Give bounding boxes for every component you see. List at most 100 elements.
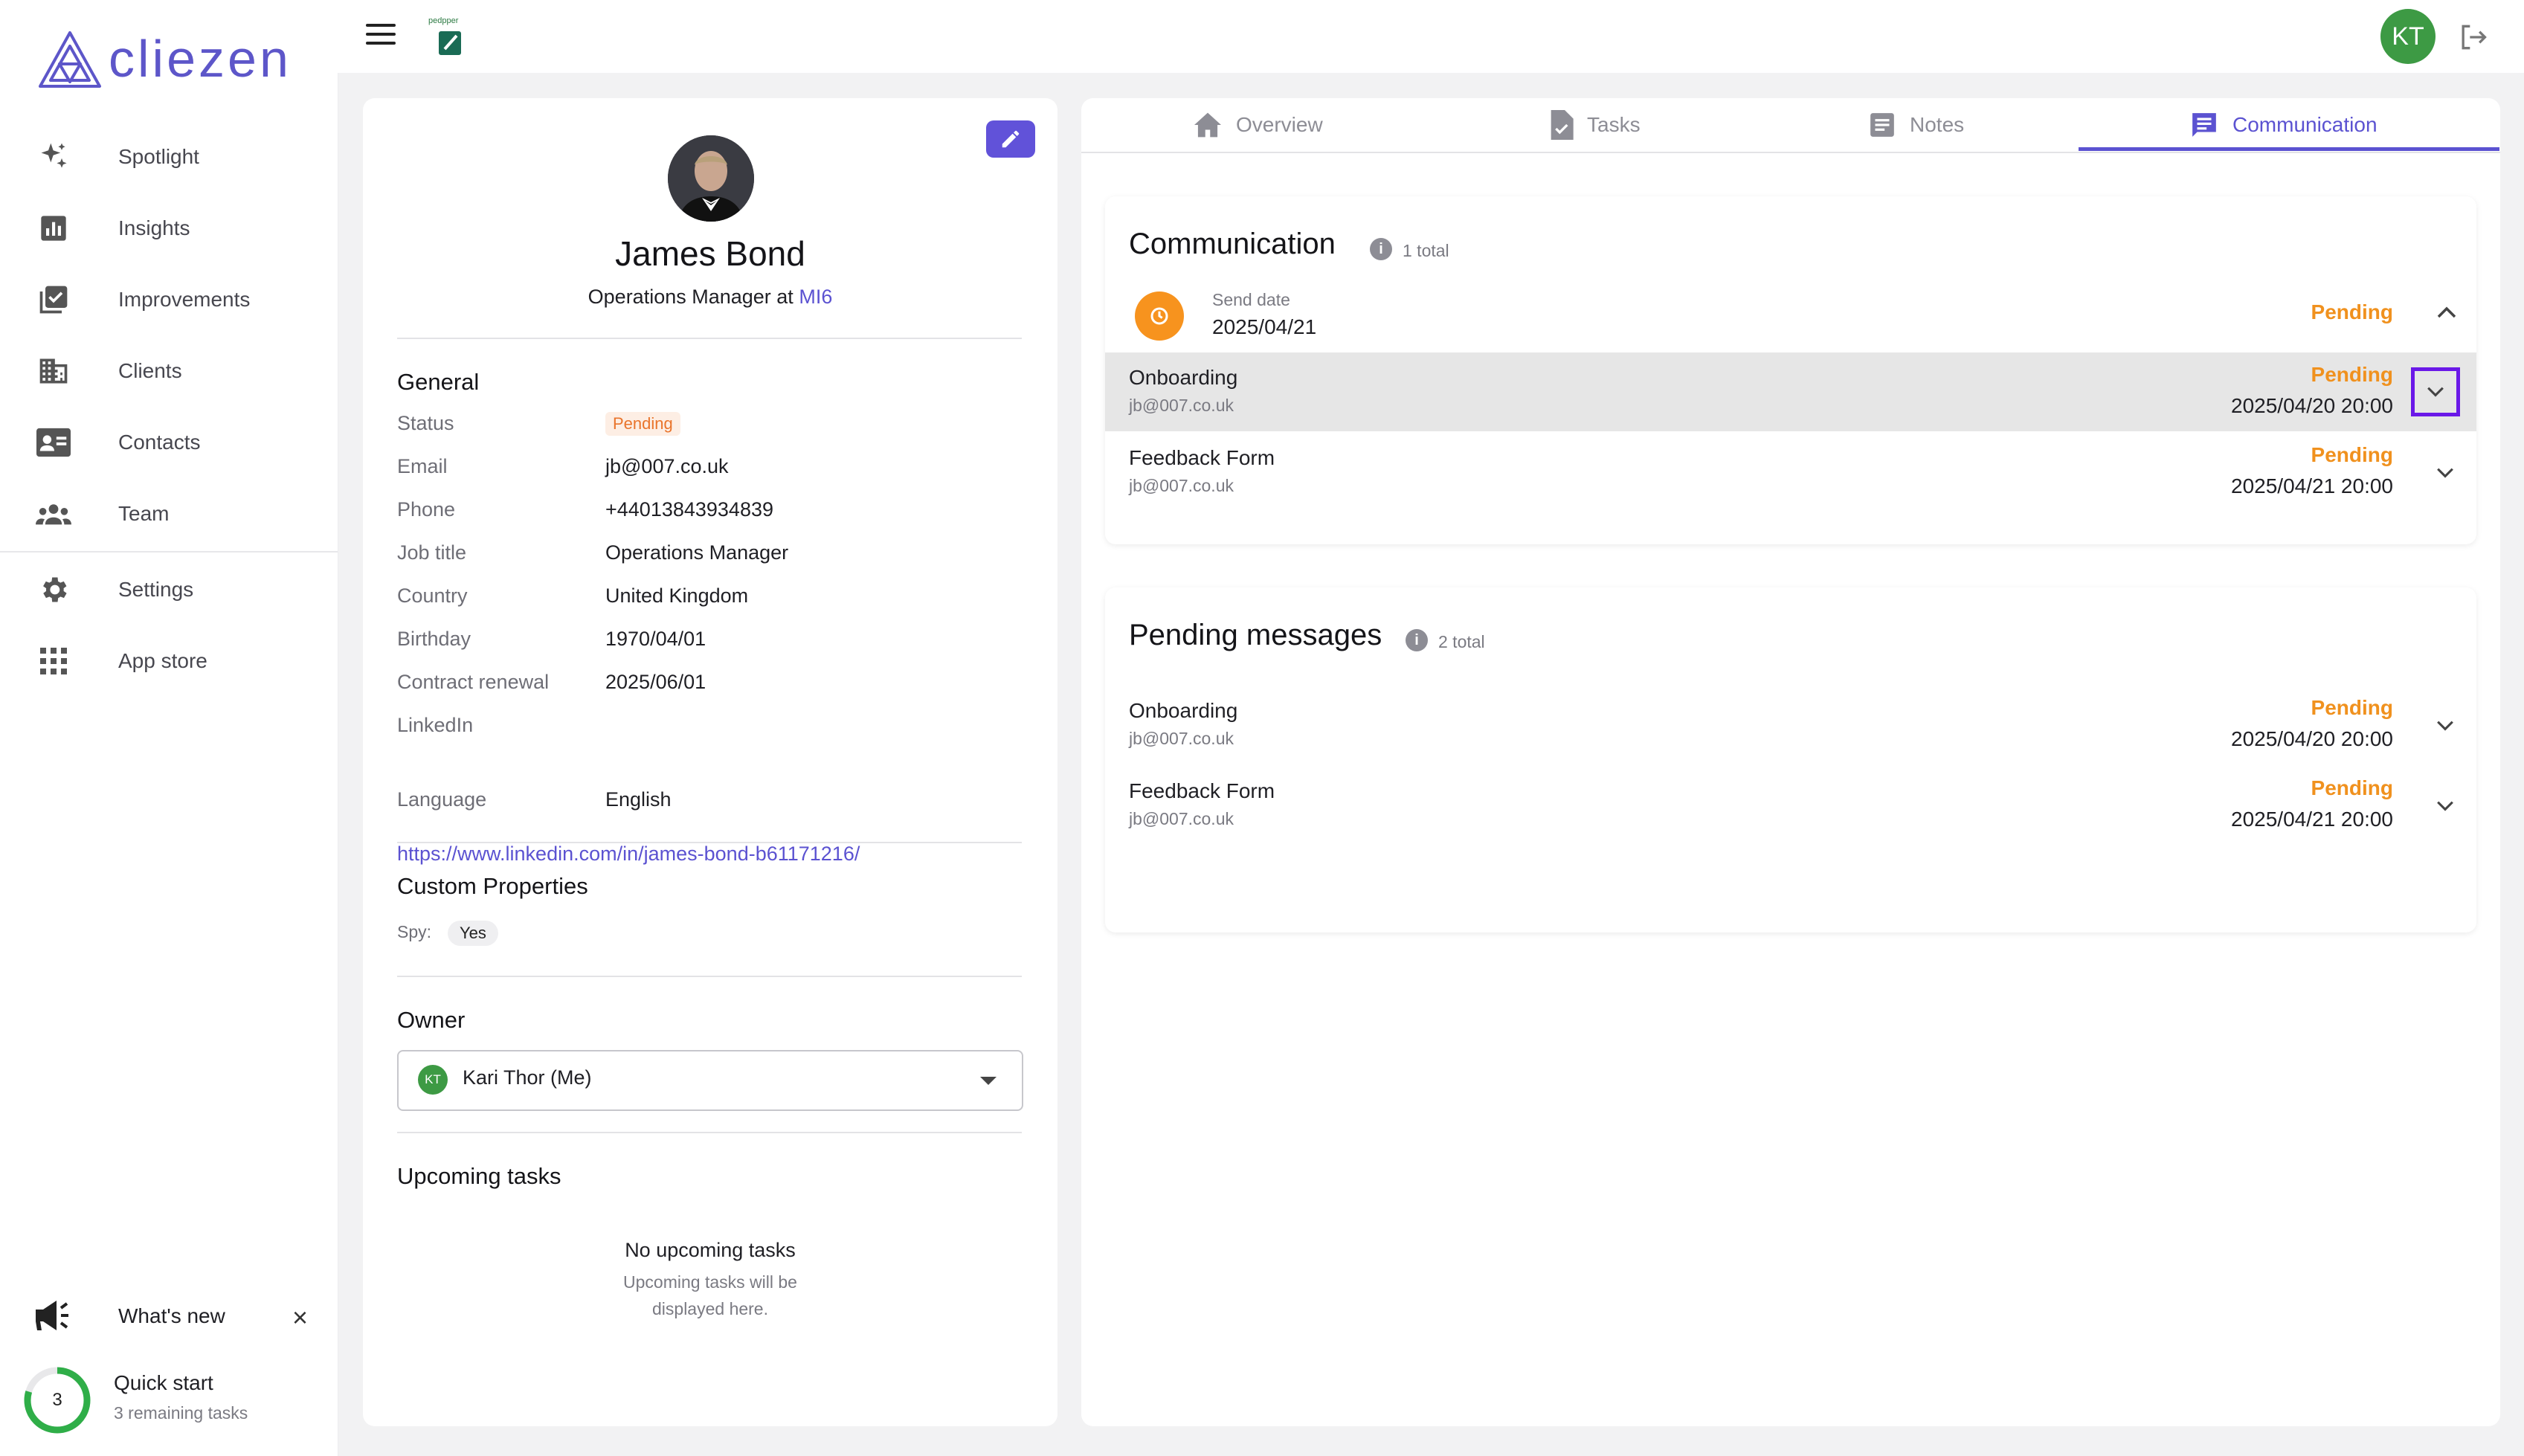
sidebar-item-label: Spotlight xyxy=(118,145,199,168)
sidebar-item-improvements[interactable]: Improvements xyxy=(0,264,338,335)
message-status: Pending xyxy=(2311,363,2393,386)
info-icon[interactable]: i xyxy=(1406,629,1428,651)
chevron-up-icon[interactable] xyxy=(2432,297,2462,327)
top-bar: pedpper KT xyxy=(338,0,2524,73)
apps-grid-icon xyxy=(36,643,71,679)
notes-icon xyxy=(1870,113,1894,137)
menu-icon[interactable] xyxy=(366,24,396,48)
sidebar-item-insights[interactable]: Insights xyxy=(0,193,338,264)
spy-value-chip: Yes xyxy=(448,921,498,946)
tab-overview[interactable]: Overview xyxy=(1193,98,1323,152)
contact-card-icon xyxy=(36,425,71,460)
sidebar-item-app-store[interactable]: App store xyxy=(0,625,338,697)
brand-logo[interactable]: cliezen xyxy=(37,30,292,91)
message-status: Pending xyxy=(2311,443,2393,466)
message-row[interactable]: Feedback Form jb@007.co.uk Pending 2025/… xyxy=(1105,766,2476,845)
sidebar-item-label: App store xyxy=(118,649,207,672)
message-date: 2025/04/21 20:00 xyxy=(2231,474,2393,497)
quick-start[interactable]: 3 Quick start 3 remaining tasks xyxy=(0,1355,338,1444)
email-label: Email xyxy=(397,455,448,477)
sidebar-item-team[interactable]: Team xyxy=(0,478,338,550)
phone-label: Phone xyxy=(397,498,456,521)
cliezen-logo-icon xyxy=(39,31,101,88)
whats-new-item[interactable]: What's new × xyxy=(0,1283,338,1350)
quick-start-subtitle: 3 remaining tasks xyxy=(114,1403,248,1423)
linkedin-link[interactable]: https://www.linkedin.com/in/james-bond-b… xyxy=(397,843,860,866)
message-row[interactable]: Onboarding jb@007.co.uk Pending 2025/04/… xyxy=(1105,352,2476,431)
message-email: jb@007.co.uk xyxy=(1129,809,1234,828)
contract-renewal-label: Contract renewal xyxy=(397,671,550,693)
chevron-down-icon[interactable] xyxy=(2429,457,2462,489)
sidebar-item-spotlight[interactable]: Spotlight xyxy=(0,121,338,193)
communication-title: Communication xyxy=(1129,228,1336,260)
organization-link[interactable]: MI6 xyxy=(799,286,832,308)
language-value: English xyxy=(605,788,672,811)
section-title-upcoming-tasks: Upcoming tasks xyxy=(397,1163,561,1189)
group-icon xyxy=(36,496,71,532)
contact-job-prefix: Operations Manager at xyxy=(587,286,799,308)
tab-label: Tasks xyxy=(1587,113,1641,136)
tab-communication[interactable]: Communication xyxy=(2189,98,2377,152)
tab-tasks[interactable]: Tasks xyxy=(1548,98,1641,152)
checklist-icon xyxy=(36,282,71,318)
divider xyxy=(397,1132,1022,1133)
chevron-down-icon[interactable] xyxy=(2429,790,2462,822)
message-date: 2025/04/20 20:00 xyxy=(2231,727,2393,750)
section-title-custom-properties: Custom Properties xyxy=(397,873,588,899)
message-email: jb@007.co.uk xyxy=(1129,476,1234,495)
message-email: jb@007.co.uk xyxy=(1129,729,1234,748)
sidebar-item-clients[interactable]: Clients xyxy=(0,335,338,407)
caret-down-icon xyxy=(980,1077,997,1085)
sidebar-item-label: Improvements xyxy=(118,288,251,311)
message-row[interactable]: Feedback Form jb@007.co.uk Pending 2025/… xyxy=(1105,433,2476,512)
section-title-general: General xyxy=(397,369,480,395)
info-icon[interactable]: i xyxy=(1370,238,1392,260)
bar-chart-icon xyxy=(36,210,71,246)
communication-panel: Communication i 1 total Send date 2025/0… xyxy=(1105,196,2476,544)
language-label: Language xyxy=(397,788,487,811)
message-title: Onboarding xyxy=(1129,699,1238,722)
pending-messages-count: 2 total xyxy=(1438,632,1485,651)
close-icon[interactable]: × xyxy=(292,1302,308,1333)
sidebar-divider xyxy=(0,551,338,553)
section-title-owner: Owner xyxy=(397,1007,466,1033)
divider xyxy=(397,842,1022,843)
status-badge: Pending xyxy=(605,412,680,436)
logout-icon[interactable] xyxy=(2456,21,2489,54)
building-icon xyxy=(36,353,71,389)
tab-notes[interactable]: Notes xyxy=(1868,98,1964,152)
message-status: Pending xyxy=(2311,696,2393,719)
brand-name: cliezen xyxy=(109,30,292,88)
sidebar-item-label: Insights xyxy=(118,216,190,239)
tab-bar: Overview Tasks Notes Communication xyxy=(1081,98,2500,153)
partner-logo-icon[interactable] xyxy=(428,18,470,62)
divider xyxy=(397,976,1022,977)
profile-card: James Bond Operations Manager at MI6 Gen… xyxy=(363,98,1057,1426)
tab-label: Communication xyxy=(2232,113,2377,136)
message-row[interactable]: Onboarding jb@007.co.uk Pending 2025/04/… xyxy=(1105,686,2476,764)
chevron-down-icon[interactable] xyxy=(2429,709,2462,742)
empty-state-subtitle: Upcoming tasks will be displayed here. xyxy=(623,1272,797,1318)
send-schedule-icon xyxy=(1135,291,1184,341)
megaphone-icon xyxy=(33,1299,74,1336)
owner-select[interactable]: KT Kari Thor (Me) xyxy=(397,1050,1023,1111)
contract-renewal-value: 2025/06/01 xyxy=(605,671,706,693)
quick-start-count: 3 xyxy=(52,1390,62,1410)
detail-card: Overview Tasks Notes Communication Commu… xyxy=(1081,98,2500,1426)
country-label: Country xyxy=(397,584,468,607)
spy-label: Spy: xyxy=(397,922,432,941)
quick-start-title: Quick start xyxy=(114,1371,213,1394)
message-date: 2025/04/21 20:00 xyxy=(2231,808,2393,831)
message-title: Onboarding xyxy=(1129,366,1238,389)
task-doc-icon xyxy=(1551,110,1574,140)
message-date: 2025/04/20 20:00 xyxy=(2231,394,2393,417)
send-date-label: Send date xyxy=(1212,290,1290,309)
linkedin-label: LinkedIn xyxy=(397,714,474,736)
chevron-down-icon[interactable] xyxy=(2411,367,2460,416)
sidebar-item-settings[interactable]: Settings xyxy=(0,554,338,625)
user-avatar[interactable]: KT xyxy=(2380,9,2436,64)
contact-avatar xyxy=(668,135,754,222)
edit-button[interactable] xyxy=(986,120,1035,158)
sidebar-item-label: Clients xyxy=(118,359,182,382)
sidebar-item-contacts[interactable]: Contacts xyxy=(0,407,338,478)
